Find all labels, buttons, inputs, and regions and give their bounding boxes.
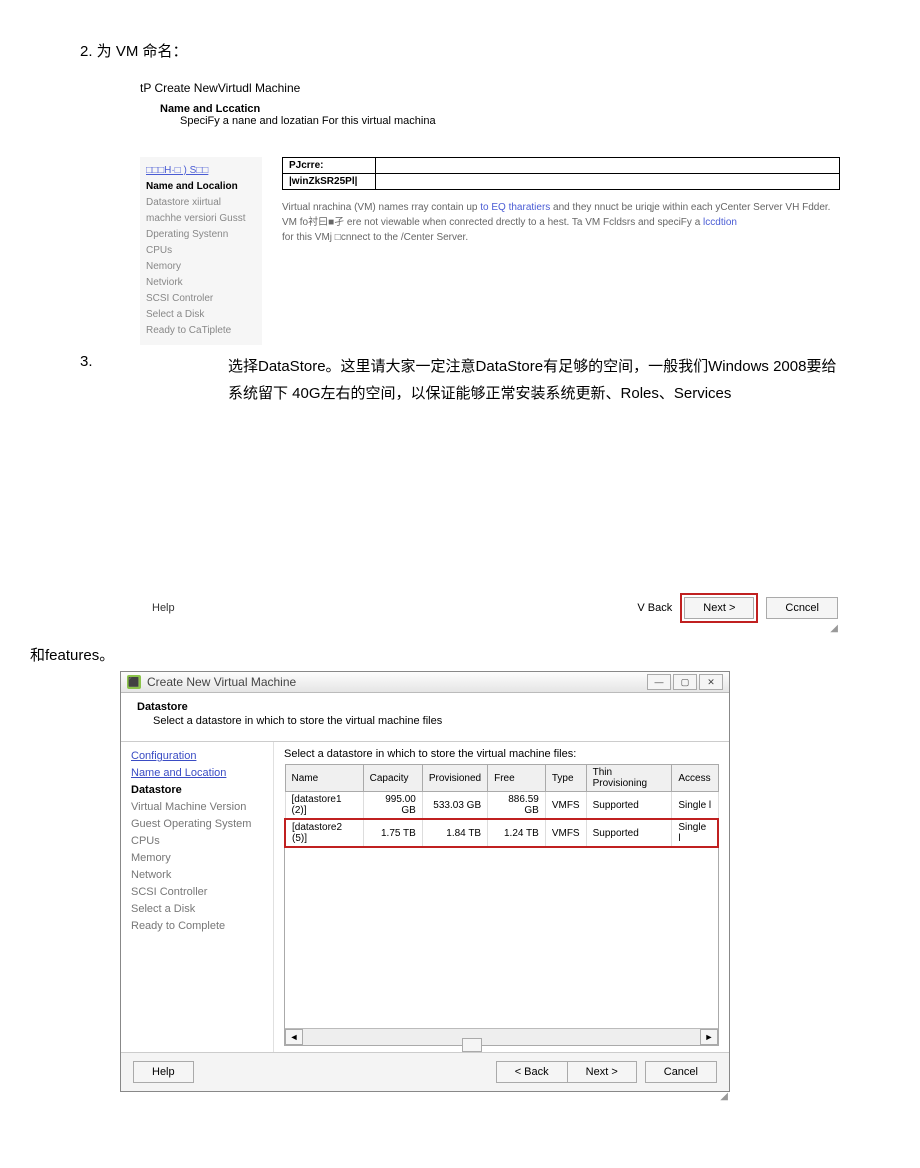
name-blank1	[376, 158, 840, 174]
hscrollbar[interactable]: ◄ ►	[285, 1028, 718, 1045]
name-table: PJcrre: |winZkSR25Pl|	[282, 157, 840, 190]
next-button[interactable]: Next >	[684, 597, 754, 619]
wizard2-footer: Help < Back Next > Cancel	[121, 1052, 729, 1091]
table-row-selected[interactable]: [datastore2 (5)] 1.75 TB 1.84 TB 1.24 TB…	[285, 819, 718, 847]
wizard2-main: Select a datastore in which to store the…	[274, 742, 729, 1052]
sidebar1-item-name[interactable]: Name and Localion	[146, 179, 256, 195]
sidebar2-item: Network	[131, 867, 263, 884]
close-icon[interactable]: ✕	[699, 674, 723, 690]
sidebar1-item: Ready to CaTiplete	[146, 323, 256, 339]
sidebar1-item: Nemory	[146, 259, 256, 275]
sidebar1-item: Select a Disk	[146, 307, 256, 323]
cancel-button[interactable]: Ccncel	[766, 597, 838, 619]
hint1: Virtual nrachina (VM) names rray contain…	[282, 200, 840, 215]
sidebar2-config[interactable]: Configuration	[131, 748, 263, 765]
resize-grip-icon[interactable]: ◢	[140, 623, 840, 634]
datastore-table[interactable]: Name Capacity Provisioned Free Type Thin…	[284, 764, 719, 848]
name-value[interactable]: |winZkSR25Pl|	[283, 174, 376, 190]
next-button[interactable]: Next >	[567, 1061, 637, 1083]
col-capacity[interactable]: Capacity	[363, 765, 422, 792]
sidebar2-name[interactable]: Name and Location	[131, 765, 263, 782]
hint2: VM fo衬曰■孑 ere not viewable when conrecte…	[282, 215, 840, 230]
wizard2-header-sub: Select a datastore in which to store the…	[153, 715, 713, 727]
scroll-right-icon[interactable]: ►	[700, 1029, 718, 1045]
minimize-icon[interactable]: —	[647, 674, 671, 690]
wizard1-header-title: Name and Lccaticn	[160, 103, 840, 115]
wizard1-title: tP Create NewVirtudl Machine	[140, 81, 840, 95]
hint1-link[interactable]: to EQ tharatiers	[480, 202, 550, 213]
sidebar1-link[interactable]: □□□H·□ ) S□□	[146, 163, 256, 179]
help-button[interactable]: Help	[133, 1061, 194, 1083]
sidebar1-item: SCSI Controler	[146, 291, 256, 307]
sidebar2-item: Memory	[131, 850, 263, 867]
sidebar2-item: Select a Disk	[131, 901, 263, 918]
step2-heading: 2. 为 VM 命名：	[80, 40, 840, 61]
step3-text: 选择DataStore。这里请大家一定注意DataStore有足够的空间，一般我…	[228, 353, 840, 407]
back-label[interactable]: V Back	[637, 602, 672, 614]
scroll-thumb[interactable]	[462, 1038, 482, 1052]
wizard1-footer: Help V Back Next > Ccncel	[140, 597, 840, 619]
col-thin[interactable]: Thin Provisioning	[586, 765, 672, 792]
wizard2-title: Create New Virtual Machine	[147, 675, 296, 689]
wizard1-main: PJcrre: |winZkSR25Pl| Virtual nrachina (…	[262, 157, 840, 245]
wizard1: tP Create NewVirtudl Machine Name and Lc…	[140, 81, 840, 345]
wizard1-sidebar: □□□H·□ ) S□□ Name and Localion Datastore…	[140, 157, 262, 345]
sidebar2-item: Ready to Complete	[131, 918, 263, 935]
step3-num: 3.	[80, 353, 120, 407]
sidebar2-item: Guest Operating System	[131, 816, 263, 833]
col-name[interactable]: Name	[285, 765, 363, 792]
wizard2-header-title: Datastore	[137, 701, 713, 713]
sidebar2-item: Virtual Machine Version	[131, 799, 263, 816]
hint3: for this VMj □cnnect to the /Center Serv…	[282, 230, 840, 245]
sidebar2-item: SCSI Controller	[131, 884, 263, 901]
wizard2: ⬛ Create New Virtual Machine — ▢ ✕ Datas…	[120, 671, 730, 1092]
resize-grip-icon[interactable]: ◢	[120, 1091, 730, 1102]
sidebar1-item: Netviork	[146, 275, 256, 291]
between-text: 和features。	[30, 644, 840, 665]
hint2-link[interactable]: lccdtion	[703, 217, 737, 228]
cancel-button[interactable]: Cancel	[645, 1061, 717, 1083]
name-label: PJcrre:	[283, 158, 376, 174]
maximize-icon[interactable]: ▢	[673, 674, 697, 690]
table-header-row: Name Capacity Provisioned Free Type Thin…	[285, 765, 718, 792]
col-access[interactable]: Access	[672, 765, 718, 792]
help-link[interactable]: Help	[152, 602, 175, 614]
main2-label: Select a datastore in which to store the…	[284, 748, 719, 760]
table-row[interactable]: [datastore1 (2)] 995.00 GB 533.03 GB 886…	[285, 792, 718, 820]
sidebar2-item: CPUs	[131, 833, 263, 850]
wizard2-header: Datastore Select a datastore in which to…	[121, 693, 729, 741]
table-empty-area: ◄ ►	[284, 848, 719, 1046]
col-prov[interactable]: Provisioned	[422, 765, 487, 792]
sidebar1-item: Datastore xiirtual machhe versiori Gusst…	[146, 195, 256, 259]
name-blank2	[376, 174, 840, 190]
wizard2-sidebar: Configuration Name and Location Datastor…	[121, 742, 274, 1052]
sidebar2-datastore[interactable]: Datastore	[131, 782, 263, 799]
wizard2-titlebar: ⬛ Create New Virtual Machine — ▢ ✕	[121, 672, 729, 693]
scroll-left-icon[interactable]: ◄	[285, 1029, 303, 1045]
app-icon: ⬛	[127, 675, 141, 689]
wizard1-header-sub: SpeciFy a nane and lozatian For this vir…	[180, 115, 840, 127]
col-type[interactable]: Type	[545, 765, 586, 792]
col-free[interactable]: Free	[488, 765, 546, 792]
back-button[interactable]: < Back	[496, 1061, 567, 1083]
